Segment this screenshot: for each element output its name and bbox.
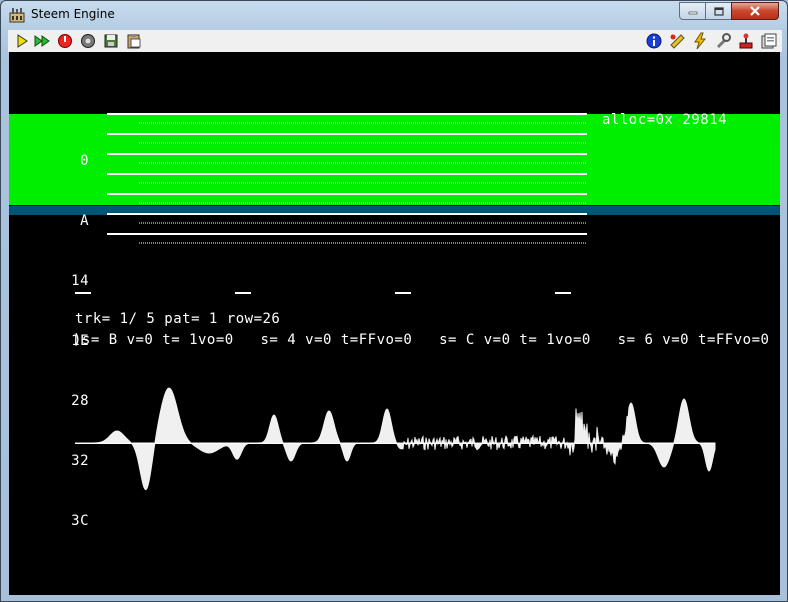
status-line: trk= 1/ 5 pat= 1 row=26 — [75, 311, 281, 327]
close-icon — [750, 6, 760, 16]
options-icon[interactable] — [714, 32, 732, 50]
row-label: 0 — [80, 153, 89, 169]
toolbar — [8, 30, 782, 52]
channel-status-line: )s= B v=0 t= 1vo=0 s= 4 v=0 t=FFvo=0 s= … — [73, 332, 770, 348]
row-label: 3C — [71, 513, 89, 529]
channel-marker — [555, 292, 571, 294]
alloc-readout: alloc=0x 29814 — [602, 112, 728, 128]
steem-app-icon[interactable] — [9, 7, 25, 23]
channel-markers — [75, 292, 571, 294]
patches-icon[interactable] — [668, 32, 686, 50]
row-label: A — [80, 213, 89, 229]
row-label: 32 — [71, 453, 89, 469]
emulator-screen[interactable]: 0 A 14 1E 28 32 3C alloc=0x 29814 trk= 1… — [9, 52, 780, 595]
maximize-button[interactable] — [705, 2, 732, 20]
pattern-line — [107, 133, 587, 135]
pattern-line — [107, 213, 587, 215]
waveform-baseline — [75, 443, 715, 444]
pattern-line — [107, 173, 587, 175]
joystick-config-icon[interactable] — [737, 32, 755, 50]
row-label: 28 — [71, 393, 89, 409]
pattern-line — [107, 233, 587, 235]
paste-icon[interactable] — [125, 32, 143, 50]
info-icon[interactable] — [645, 32, 663, 50]
maximize-icon — [713, 6, 724, 16]
pattern-line — [107, 193, 587, 195]
memory-snapshot-icon[interactable] — [760, 32, 778, 50]
pattern-line — [107, 113, 587, 115]
title-bar[interactable]: Steem Engine — [1, 1, 787, 29]
minimize-icon — [688, 11, 697, 15]
close-button[interactable] — [731, 2, 779, 20]
channel-marker — [395, 292, 411, 294]
fast-forward-icon[interactable] — [33, 32, 51, 50]
pattern-line — [107, 153, 587, 155]
app-window: Steem Engine 0 A 14 1E 28 32 3C alloc=0x… — [0, 0, 788, 602]
disk-manager-icon[interactable] — [102, 32, 120, 50]
reset-icon[interactable] — [56, 32, 74, 50]
row-label: 14 — [71, 273, 89, 289]
channel-marker — [235, 292, 251, 294]
joystick-icon[interactable] — [79, 32, 97, 50]
window-title: Steem Engine — [31, 7, 115, 21]
waveform-path — [75, 387, 716, 491]
oscilloscope-waveform — [75, 387, 716, 491]
play-icon[interactable] — [13, 32, 31, 50]
minimize-button[interactable] — [679, 2, 706, 20]
shortcuts-icon[interactable] — [691, 32, 709, 50]
